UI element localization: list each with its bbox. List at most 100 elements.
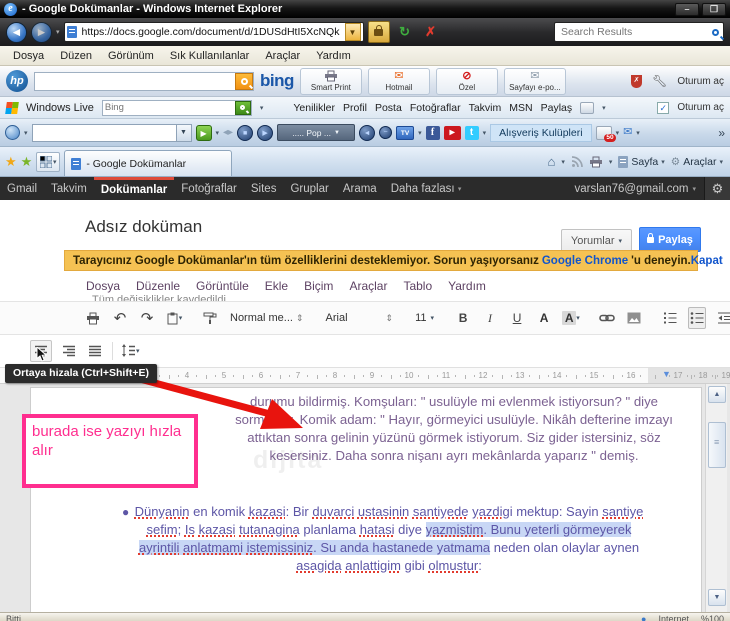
vertical-scrollbar[interactable]: ▲ ▼	[705, 384, 727, 612]
volume-button[interactable]: ◄	[359, 125, 375, 141]
wl-search-box[interactable]	[102, 100, 252, 116]
combo-dropdown-icon[interactable]: ▼	[176, 125, 191, 141]
coupon-icon[interactable]: 50	[596, 126, 612, 140]
youtube-icon[interactable]: ▸	[444, 126, 461, 140]
print-icon[interactable]	[589, 156, 603, 168]
nav-history-dropdown[interactable]: ▾	[56, 28, 60, 36]
bullet-list-button[interactable]	[688, 307, 706, 329]
wl-link-paylas[interactable]: Paylaş	[541, 102, 573, 114]
paint-format-button[interactable]: ▾	[165, 307, 183, 329]
gbar-more[interactable]: Daha fazlası ▾	[384, 177, 469, 200]
mail-icon[interactable]: ✉	[623, 127, 632, 138]
wl-link-profil[interactable]: Profil	[343, 102, 367, 114]
share-button[interactable]: Paylaş	[639, 227, 701, 252]
back-button[interactable]: ◄	[6, 22, 27, 43]
checkbox-icon[interactable]: ✓	[657, 102, 669, 114]
justify-button[interactable]	[86, 340, 104, 362]
url-field[interactable]: ▼	[64, 22, 364, 42]
chrome-link[interactable]: Google Chrome	[542, 255, 628, 267]
globe-settings-icon[interactable]	[5, 125, 20, 140]
gbar-arama[interactable]: Arama	[336, 177, 384, 200]
bold-button[interactable]: B	[454, 307, 472, 329]
mail-dropdown[interactable]: ▾	[636, 129, 640, 137]
forward-button[interactable]: ►	[31, 22, 52, 43]
print-dropdown[interactable]: ▾	[609, 158, 613, 166]
add-favorite-icon[interactable]: ★	[21, 154, 33, 170]
gbar-fotograflar[interactable]: Fotoğraflar	[174, 177, 244, 200]
toolbar-overflow-chevron[interactable]: »	[718, 126, 725, 140]
search-box[interactable]	[554, 22, 724, 42]
docs-menu-tablo[interactable]: Tablo	[395, 277, 440, 295]
wrench-icon[interactable]: 🔧︎	[652, 74, 667, 88]
smart-print-button[interactable]: Smart Print	[300, 68, 362, 95]
outdent-button[interactable]	[715, 307, 730, 329]
email-page-button[interactable]: ✉ Sayfayı e-po...	[504, 68, 566, 95]
stop-media-button[interactable]: ■	[237, 125, 253, 141]
docs-menu-bicim[interactable]: Biçim	[296, 277, 341, 295]
page-menu-button[interactable]: Sayfa ▾	[618, 156, 664, 168]
stop-button[interactable]: ✗	[420, 21, 442, 43]
zoom-level[interactable]: %100	[701, 614, 724, 620]
document-title[interactable]: Adsız doküman	[85, 217, 202, 237]
wl-link-posta[interactable]: Posta	[375, 102, 402, 114]
wl-form-dropdown[interactable]: ▾	[602, 104, 606, 112]
gbar-gruplar[interactable]: Gruplar	[283, 177, 335, 200]
wl-link-takvim[interactable]: Takvim	[469, 102, 502, 114]
docs-menu-dosya[interactable]: Dosya	[78, 277, 128, 295]
highlight-color-button[interactable]: A▾	[562, 307, 580, 329]
menu-araclar[interactable]: Araçlar	[258, 48, 307, 64]
docs-menu-duzenle[interactable]: Düzenle	[128, 277, 188, 295]
hp-search-box[interactable]	[34, 72, 254, 91]
active-tab[interactable]: - Google Dokümanlar	[64, 150, 232, 176]
private-button[interactable]: ⊘ Özel	[436, 68, 498, 95]
scroll-thumb[interactable]	[708, 422, 726, 468]
tv-dropdown[interactable]: ▾	[418, 129, 422, 137]
wl-search-dropdown[interactable]: ▾	[260, 104, 264, 112]
url-dropdown[interactable]: ▼	[345, 23, 361, 41]
url-input[interactable]	[80, 25, 342, 39]
gbar-dokumanlar[interactable]: Dokümanlar	[94, 177, 174, 200]
wl-link-yenilikler[interactable]: Yenilikler	[293, 102, 335, 114]
search-input[interactable]	[559, 25, 712, 39]
wl-search-input[interactable]	[103, 101, 235, 114]
favorites-star-icon[interactable]: ★	[5, 154, 17, 170]
hp-signin-link[interactable]: Oturum aç	[677, 76, 724, 87]
font-select[interactable]: Arial⇕	[324, 307, 396, 329]
underline-button[interactable]: U	[508, 307, 526, 329]
hotmail-button[interactable]: ✉ Hotmail	[368, 68, 430, 95]
tools-menu-button[interactable]: ⚙ Araçlar ▾	[671, 156, 723, 168]
menu-gorunum[interactable]: Görünüm	[101, 48, 161, 64]
hp-search-button[interactable]	[235, 73, 253, 90]
docs-menu-ekle[interactable]: Ekle	[257, 277, 296, 295]
search-icon[interactable]	[712, 29, 719, 36]
twitter-icon[interactable]: t	[465, 126, 479, 140]
gbar-settings-button[interactable]: ⚙	[704, 177, 730, 200]
account-menu[interactable]: varslan76@gmail.com▾	[567, 177, 704, 200]
bullet-text[interactable]: Dünyanin en komik kazasi: Bir duvarci us…	[133, 503, 645, 575]
align-right-button[interactable]	[60, 340, 78, 362]
tv-icon[interactable]: TV	[396, 126, 414, 140]
comments-button[interactable]: Yorumlar▾	[561, 229, 632, 252]
menu-sik-kullanilanlar[interactable]: Sık Kullanılanlar	[163, 48, 257, 64]
shopping-clubs-button[interactable]: Alışveriş Kulüpleri	[490, 124, 591, 142]
home-icon[interactable]: ⌂	[548, 154, 556, 169]
paragraph-style-select[interactable]: Normal me...⇕	[228, 307, 306, 329]
menu-dosya[interactable]: Dosya	[6, 48, 51, 64]
text-color-button[interactable]: A	[535, 307, 553, 329]
play-media-button[interactable]: ▶	[257, 125, 273, 141]
facebook-icon[interactable]: f	[426, 126, 440, 140]
insert-image-button[interactable]	[625, 307, 643, 329]
gbar-takvim[interactable]: Takvim	[44, 177, 94, 200]
font-size-select[interactable]: 11▾	[413, 307, 436, 329]
format-paint-button[interactable]	[201, 307, 219, 329]
dismiss-warning-link[interactable]: Kapat	[691, 255, 723, 267]
numbered-list-button[interactable]	[661, 307, 679, 329]
security-shield-icon[interactable]: ✗	[631, 75, 642, 88]
mute-button[interactable]: −	[379, 126, 392, 139]
wl-form-icon[interactable]	[580, 102, 594, 114]
sidebar-dropdown[interactable]: ▾	[216, 129, 220, 137]
quick-tabs-button[interactable]: ▾	[36, 152, 60, 172]
sidebar-play-button[interactable]: ▶	[196, 125, 212, 141]
wl-link-msn[interactable]: MSN	[509, 102, 532, 114]
security-lock-button[interactable]	[368, 21, 390, 43]
